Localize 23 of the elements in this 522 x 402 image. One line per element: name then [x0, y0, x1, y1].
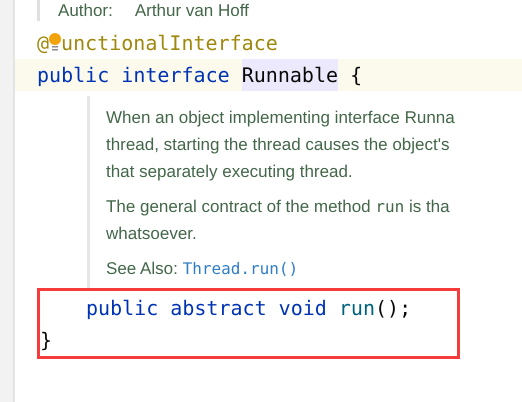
code-token: @ — [37, 31, 50, 55]
doc-text: The general contract of the method — [106, 196, 372, 216]
code-token: abstract — [170, 296, 268, 320]
inline-code: run — [375, 197, 404, 216]
doc-text: When an object implementing interface Runna — [106, 108, 455, 128]
doc-text: that separately executing thread. — [106, 162, 353, 182]
code-token: unctionalInterface — [61, 31, 278, 55]
doc-text: thread, starting the thread causes the object's — [106, 134, 450, 154]
code-token: Runnable — [242, 59, 338, 91]
code-token: void — [278, 296, 328, 320]
doc-text: whatsoever. — [106, 224, 197, 244]
doc-text: See Also: — [106, 258, 179, 278]
code-token: public — [86, 296, 160, 320]
code-token: { — [349, 63, 362, 87]
code-token: } — [40, 328, 52, 352]
author-name: Arthur van Hoff — [134, 0, 249, 20]
doc-text: is tha — [408, 196, 450, 216]
code-token: run — [338, 296, 376, 320]
code-token: interface — [121, 63, 231, 87]
code-token: public — [37, 63, 110, 87]
author-label: Author: — [58, 0, 113, 20]
code-token: (); — [375, 296, 412, 320]
doc-link[interactable]: Thread.run() — [182, 259, 298, 278]
